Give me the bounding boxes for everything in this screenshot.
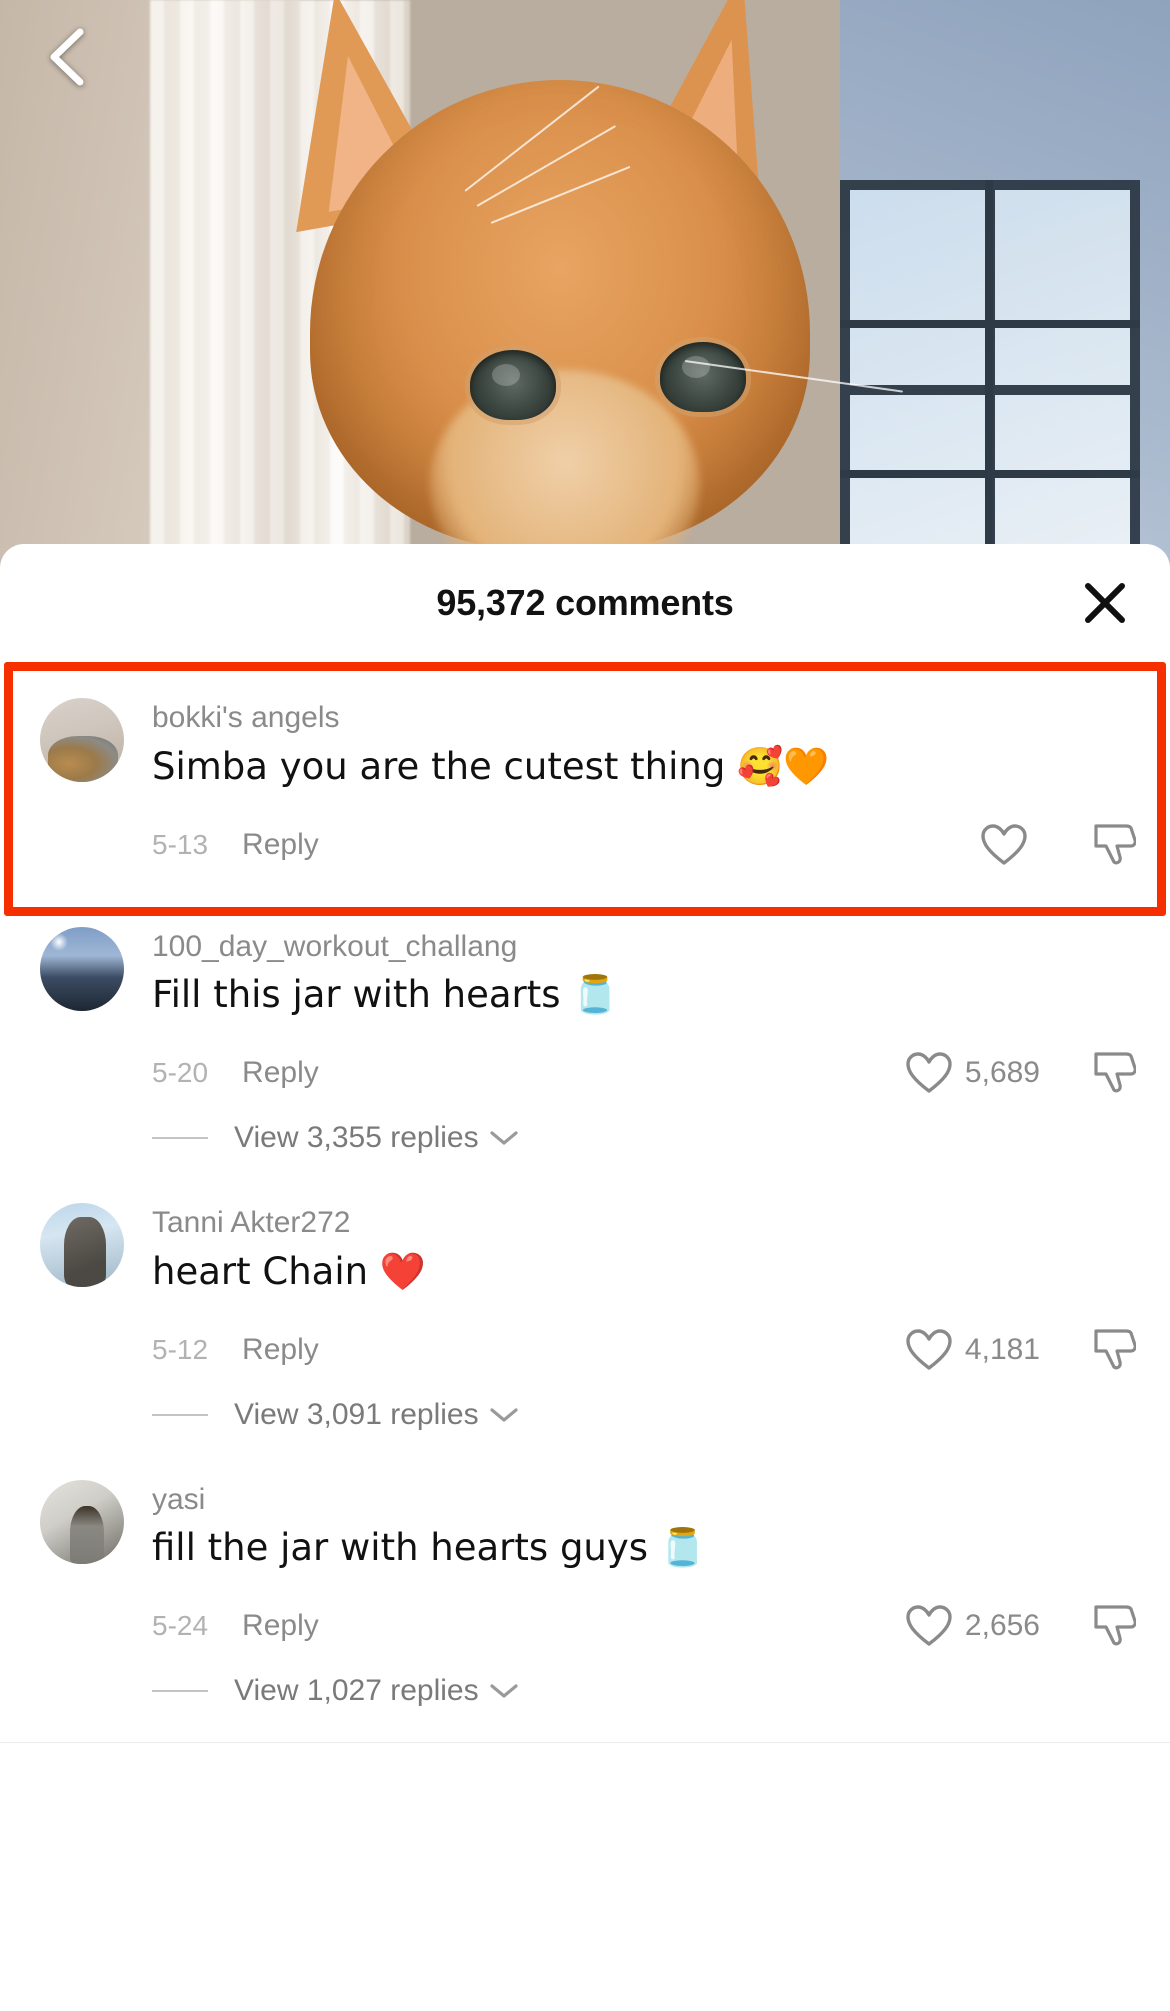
like-button[interactable] — [980, 823, 1040, 867]
reply-button[interactable]: Reply — [242, 1056, 319, 1090]
comment-item[interactable]: yasi fill the jar with hearts guys 🫙 5-2… — [0, 1466, 1170, 1665]
comment-text: fill the jar with hearts guys 🫙 — [152, 1526, 706, 1570]
comment-text: Simba you are the cutest thing 🥰🧡 — [152, 744, 830, 788]
comment-username[interactable]: Tanni Akter272 — [152, 1203, 1136, 1244]
dislike-button[interactable] — [1092, 1327, 1136, 1373]
like-button[interactable]: 4,181 — [905, 1328, 1040, 1372]
view-replies-label: View 1,027 replies — [234, 1674, 479, 1708]
comment-date: 5-24 — [152, 1610, 209, 1642]
comment-date: 5-12 — [152, 1333, 209, 1365]
chevron-down-icon — [490, 1408, 518, 1422]
comment-text: heart Chain ❤️ — [152, 1249, 426, 1293]
reply-button[interactable]: Reply — [242, 1333, 319, 1367]
chevron-down-icon — [490, 1131, 518, 1145]
view-replies-line — [152, 1690, 208, 1693]
comment-list: bokki's angels Simba you are the cutest … — [0, 662, 1170, 1744]
comment-item[interactable]: bokki's angels Simba you are the cutest … — [0, 662, 1170, 883]
thumbs-down-icon — [1094, 1052, 1136, 1093]
thumbs-down-icon — [1094, 1329, 1136, 1370]
comment-body: yasi fill the jar with hearts guys 🫙 5-2… — [152, 1480, 1136, 1657]
comments-count-title: 95,372 comments — [436, 582, 734, 623]
view-replies-button[interactable]: View 3,355 replies — [0, 1111, 1170, 1189]
heart-outline-icon — [981, 823, 1027, 865]
reply-button[interactable]: Reply — [242, 828, 319, 862]
comments-header: 95,372 comments — [0, 544, 1170, 662]
comment-username[interactable]: bokki's angels — [152, 698, 1136, 739]
avatar[interactable] — [40, 926, 124, 1011]
cat-eye-left — [470, 350, 556, 420]
comment-username[interactable]: yasi — [152, 1480, 1136, 1521]
like-button[interactable]: 2,656 — [905, 1604, 1040, 1648]
dislike-button[interactable] — [1092, 1603, 1136, 1649]
avatar[interactable] — [40, 1479, 124, 1564]
heart-outline-icon — [906, 1605, 952, 1647]
comment-meta-row: 5-20 Reply 5,689 — [152, 1043, 1136, 1103]
dislike-button[interactable] — [1092, 1050, 1136, 1096]
comment-meta-row: 5-24 Reply 2,656 — [152, 1596, 1136, 1656]
comments-sheet: 95,372 comments bokki's angels Simba you… — [0, 544, 1170, 2011]
view-replies-line — [152, 1137, 208, 1140]
view-replies-line — [152, 1413, 208, 1416]
like-count: 2,656 — [964, 1609, 1040, 1643]
close-icon — [1085, 583, 1125, 623]
comment-meta-row: 5-12 Reply 4,181 — [152, 1320, 1136, 1380]
comment-username[interactable]: 100_day_workout_challang — [152, 927, 1136, 968]
like-button[interactable]: 5,689 — [905, 1051, 1040, 1095]
thumbs-down-icon — [1094, 823, 1136, 864]
back-button[interactable] — [32, 22, 102, 92]
comment-body: Tanni Akter272 heart Chain ❤️ 5-12 Reply… — [152, 1203, 1136, 1380]
cat-subject — [255, 0, 903, 600]
comment-date: 5-20 — [152, 1057, 209, 1089]
like-count: 4,181 — [964, 1332, 1040, 1366]
view-replies-label: View 3,091 replies — [234, 1397, 479, 1431]
avatar[interactable] — [40, 698, 124, 782]
app-screen: 95,372 comments bokki's angels Simba you… — [0, 0, 1170, 2011]
thumbs-down-icon — [1094, 1605, 1136, 1646]
view-replies-button[interactable]: View 3,091 replies — [0, 1388, 1170, 1466]
like-count: 5,689 — [964, 1056, 1040, 1090]
comment-item[interactable]: 100_day_workout_challang Fill this jar w… — [0, 883, 1170, 1112]
comment-text: Fill this jar with hearts 🫙 — [152, 973, 619, 1017]
view-replies-button[interactable]: View 1,027 replies — [0, 1664, 1170, 1742]
comment-body: 100_day_workout_challang Fill this jar w… — [152, 927, 1136, 1104]
chevron-down-icon — [490, 1684, 518, 1698]
avatar[interactable] — [40, 1203, 124, 1288]
close-comments-button[interactable] — [1076, 574, 1134, 632]
comment-item[interactable]: Tanni Akter272 heart Chain ❤️ 5-12 Reply… — [0, 1189, 1170, 1388]
view-replies-label: View 3,355 replies — [234, 1121, 479, 1155]
dislike-button[interactable] — [1092, 822, 1136, 868]
comment-meta-row: 5-13 Reply — [152, 815, 1136, 875]
list-divider — [0, 1742, 1170, 1744]
heart-outline-icon — [906, 1329, 952, 1370]
cat-eye-right — [660, 342, 746, 412]
chevron-left-icon — [50, 28, 84, 86]
comment-date: 5-13 — [152, 828, 209, 860]
comment-body: bokki's angels Simba you are the cutest … — [152, 698, 1136, 875]
reply-button[interactable]: Reply — [242, 1609, 319, 1643]
heart-outline-icon — [906, 1052, 952, 1093]
